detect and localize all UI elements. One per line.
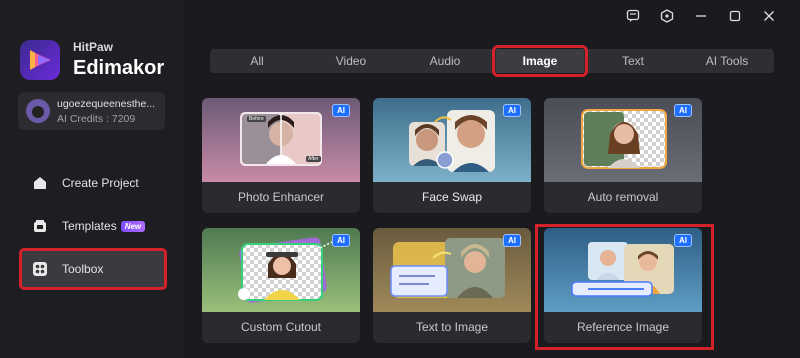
tool-label: Auto removal [587, 190, 659, 204]
tool-label: Custom Cutout [240, 320, 322, 334]
nav-label: Templates [62, 219, 117, 233]
tab-text[interactable]: Text [586, 49, 680, 73]
settings-icon[interactable] [650, 6, 684, 26]
ai-credits: AI Credits : 7209 [57, 112, 136, 125]
close-icon[interactable] [752, 6, 786, 26]
brand-subtitle: HitPaw [73, 40, 114, 54]
tool-label: Photo Enhancer [237, 190, 325, 204]
before-tag: Before [247, 116, 266, 122]
tool-card-text-to-image[interactable]: AI Text to Image [373, 228, 531, 343]
window-controls [616, 6, 786, 26]
feedback-icon[interactable] [616, 6, 650, 26]
tab-all[interactable]: All [210, 49, 304, 73]
minimize-icon[interactable] [684, 6, 718, 26]
toolbox-icon [32, 261, 48, 277]
tool-card-custom-cutout[interactable]: AI Custom Cutout [202, 228, 360, 343]
avatar[interactable] [26, 99, 50, 123]
brand-title: Edimakor [73, 57, 165, 79]
ai-badge: AI [332, 234, 350, 247]
nav-label: Create Project [62, 176, 139, 190]
tab-ai-tools[interactable]: AI Tools [680, 49, 774, 73]
highlight-reference-image [535, 224, 714, 350]
nav-label: Toolbox [62, 262, 104, 276]
tool-label: Face Swap [421, 190, 483, 204]
ai-badge: AI [674, 104, 692, 117]
tool-card-face-swap[interactable]: AI Face Swap [373, 98, 531, 213]
nav-item-templates[interactable]: Templates New [20, 206, 166, 246]
edimakor-logo-icon [20, 40, 60, 80]
tool-card-photo-enhancer[interactable]: Before After AI Photo Enhancer [202, 98, 360, 213]
nav-item-toolbox[interactable]: Toolbox [19, 248, 167, 290]
category-tabs: All Video Audio Image Text AI Tools [210, 45, 774, 77]
tool-card-auto-removal[interactable]: AI Auto removal [544, 98, 702, 213]
brand: HitPaw Edimakor [20, 40, 164, 80]
tab-video[interactable]: Video [304, 49, 398, 73]
templates-icon [32, 218, 48, 234]
ai-badge: AI [503, 104, 521, 117]
tab-image[interactable]: Image [492, 45, 588, 77]
nav-item-create-project[interactable]: Create Project [20, 163, 166, 203]
maximize-icon[interactable] [718, 6, 752, 26]
sidebar: HitPaw Edimakor ugoezequeenesthe... AI C… [0, 0, 183, 358]
tool-label: Text to Image [415, 320, 489, 334]
account-name: ugoezequeenesthe... [57, 97, 156, 110]
tab-audio[interactable]: Audio [398, 49, 492, 73]
ai-badge: AI [503, 234, 521, 247]
new-badge: New [120, 220, 146, 232]
ai-badge: AI [332, 104, 350, 117]
after-tag: After [306, 156, 321, 162]
account-panel[interactable]: ugoezequeenesthe... AI Credits : 7209 [18, 92, 165, 130]
create-project-icon [32, 175, 48, 191]
